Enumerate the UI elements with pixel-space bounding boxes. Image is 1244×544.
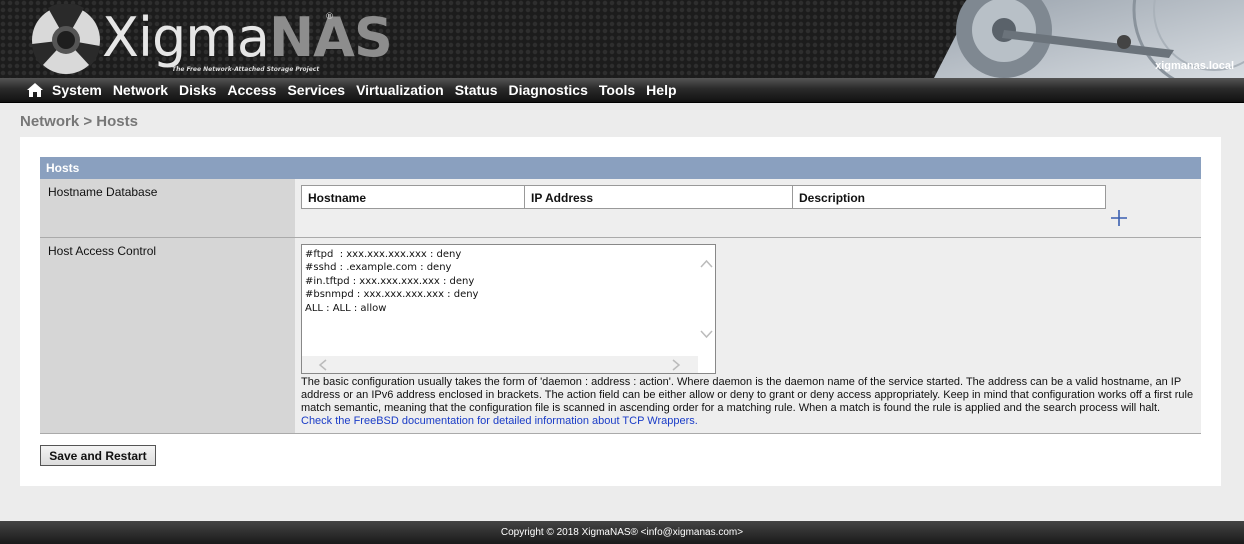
vertical-scrollbar[interactable] bbox=[698, 245, 715, 357]
tcp-wrappers-doc-link[interactable]: Check the FreeBSD documentation for deta… bbox=[301, 415, 698, 427]
section-header: Hosts bbox=[40, 157, 1201, 179]
save-and-restart-button[interactable]: Save and Restart bbox=[40, 445, 156, 466]
scroll-right-icon[interactable] bbox=[671, 359, 681, 371]
help-text: The basic configuration usually takes th… bbox=[301, 376, 1201, 428]
logo-disc-icon bbox=[32, 4, 100, 74]
logo-tagline: The Free Network-Attached Storage Projec… bbox=[172, 66, 320, 73]
column-description: Description bbox=[799, 191, 866, 205]
hostname-label: xigmanas.local bbox=[1155, 60, 1234, 72]
host-access-textarea-box: #ftpd : xxx.xxx.xxx.xxx : deny #sshd : .… bbox=[301, 244, 716, 374]
main-nav: System Network Disks Access Services Vir… bbox=[0, 78, 1244, 103]
plus-icon[interactable] bbox=[1110, 209, 1128, 227]
help-description: The basic configuration usually takes th… bbox=[301, 376, 1194, 414]
nav-virtualization[interactable]: Virtualization bbox=[356, 82, 444, 98]
footer-copyright: Copyright © 2018 XigmaNAS® <info@xigmana… bbox=[0, 521, 1244, 544]
horizontal-scrollbar[interactable] bbox=[302, 356, 700, 373]
scroll-corner bbox=[698, 356, 715, 373]
nav-help[interactable]: Help bbox=[646, 82, 676, 98]
nav-system[interactable]: System bbox=[52, 82, 102, 98]
scroll-up-icon[interactable] bbox=[700, 259, 713, 269]
hostname-database-row: Hostname Database Hostname IP Address De… bbox=[40, 179, 1201, 238]
column-ip-address: IP Address bbox=[525, 186, 793, 208]
nav-tools[interactable]: Tools bbox=[599, 82, 635, 98]
xigmanas-logo[interactable]: XigmaNAS ® The Free Network-Attached Sto… bbox=[30, 2, 393, 76]
header-banner: XigmaNAS ® The Free Network-Attached Sto… bbox=[0, 0, 1244, 78]
logo-registered: ® bbox=[325, 12, 334, 22]
nav-disks[interactable]: Disks bbox=[179, 82, 216, 98]
host-access-control-content: #ftpd : xxx.xxx.xxx.xxx : deny #sshd : .… bbox=[295, 238, 1201, 433]
hostname-database-label: Hostname Database bbox=[40, 179, 295, 237]
page-title: Network > Hosts bbox=[20, 113, 138, 130]
nav-access[interactable]: Access bbox=[227, 82, 276, 98]
scroll-left-icon[interactable] bbox=[318, 359, 328, 371]
host-access-textarea[interactable]: #ftpd : xxx.xxx.xxx.xxx : deny #sshd : .… bbox=[302, 245, 700, 357]
hostname-database-content: Hostname IP Address Description bbox=[295, 179, 1201, 237]
nav-network[interactable]: Network bbox=[113, 82, 168, 98]
host-access-control-row: Host Access Control #ftpd : xxx.xxx.xxx.… bbox=[40, 238, 1201, 434]
host-access-control-label: Host Access Control bbox=[40, 238, 295, 433]
nav-status[interactable]: Status bbox=[455, 82, 498, 98]
column-hostname: Hostname bbox=[302, 186, 525, 208]
nav-diagnostics[interactable]: Diagnostics bbox=[509, 82, 588, 98]
hosts-table-header: Hostname IP Address Description bbox=[301, 185, 1106, 209]
logo-text: XigmaNAS bbox=[102, 6, 393, 69]
home-icon[interactable] bbox=[26, 82, 44, 98]
content-panel: Hosts Hostname Database Hostname IP Addr… bbox=[20, 137, 1221, 486]
nav-services[interactable]: Services bbox=[287, 82, 345, 98]
scroll-down-icon[interactable] bbox=[700, 329, 713, 339]
